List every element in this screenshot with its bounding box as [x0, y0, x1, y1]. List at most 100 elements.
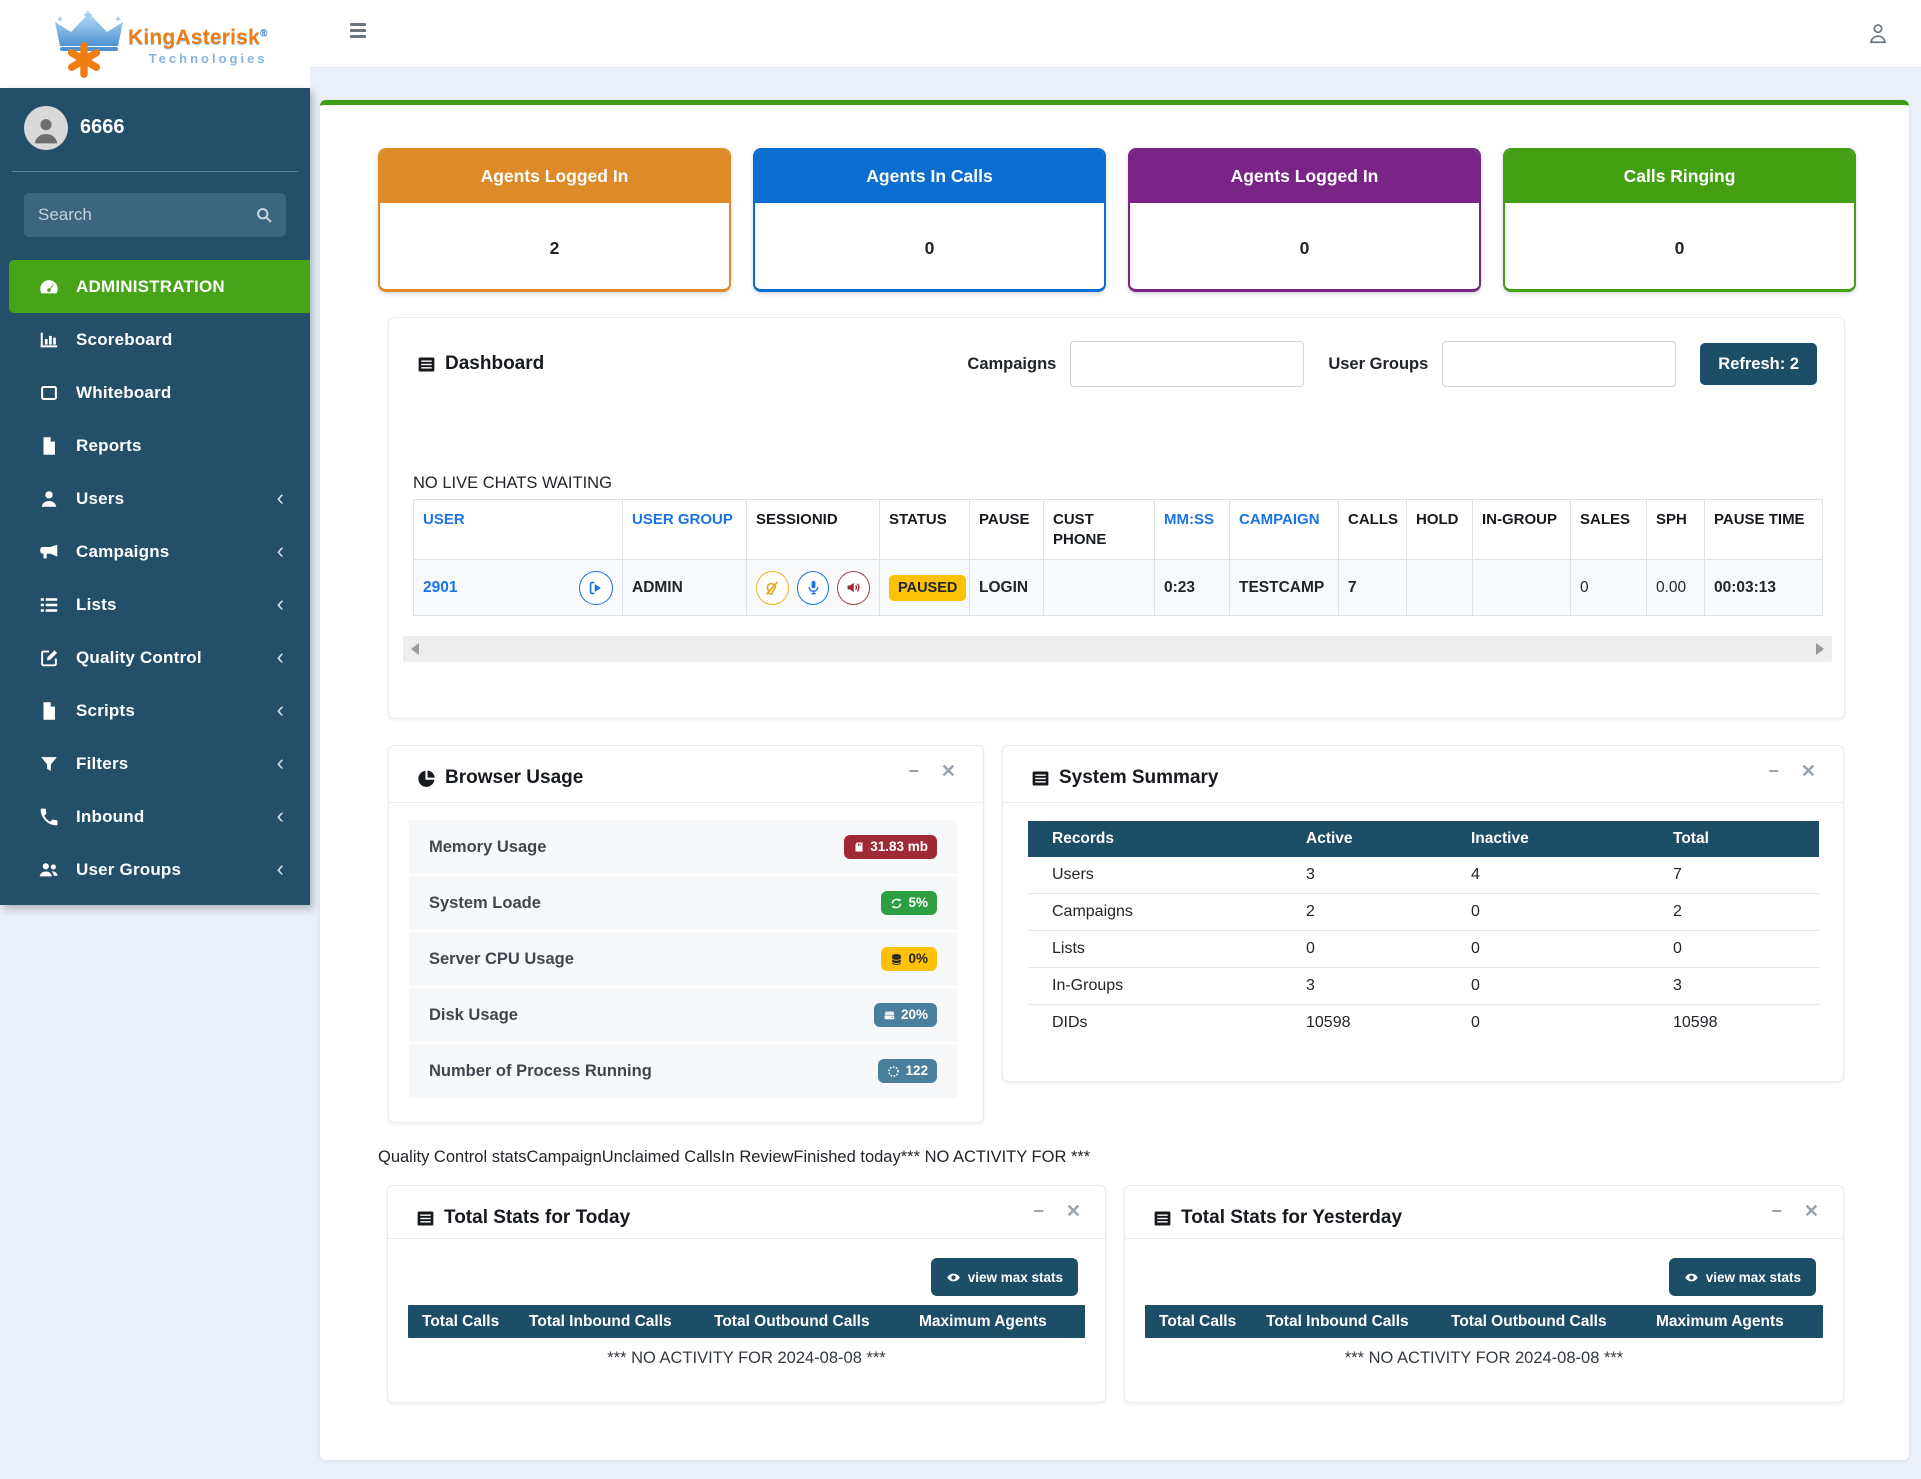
sidebar-item-lists[interactable]: Lists ‹ [0, 578, 310, 631]
close-button[interactable]: ✕ [1066, 1202, 1081, 1220]
sidebar-item-label: Reports [76, 436, 142, 456]
stat-card-value: 0 [1505, 203, 1854, 292]
cpu-usage-badge: 0% [881, 947, 937, 971]
scroll-right-arrow[interactable] [1816, 643, 1824, 655]
agent-in-group [1473, 560, 1571, 616]
close-button[interactable]: ✕ [1801, 762, 1816, 780]
sidebar: 6666 ADMINISTRATION Scoreboard Whiteboar… [0, 88, 310, 905]
minimize-button[interactable]: − [908, 762, 919, 780]
sidebar-item-label: Scripts [76, 701, 135, 721]
database-icon [890, 953, 903, 966]
total-stats-yesterday-panel: Total Stats for Yesterday − ✕ view max s… [1124, 1185, 1844, 1403]
stat-card-title: Agents In Calls [755, 150, 1104, 203]
list-item-system-load: System Loade 5% [409, 876, 957, 930]
filter-icon [38, 753, 60, 775]
minimize-button[interactable]: − [1033, 1202, 1044, 1220]
chevron-left-icon: ‹ [277, 858, 284, 880]
user-icon [38, 488, 60, 510]
col-user[interactable]: USER [414, 500, 623, 560]
campaigns-input[interactable] [1070, 341, 1304, 387]
agents-table: USER USER GROUP SESSIONID STATUS PAUSE C… [413, 499, 1823, 616]
view-max-stats-button[interactable]: view max stats [1669, 1258, 1816, 1296]
sidebar-item-quality-control[interactable]: Quality Control ‹ [0, 631, 310, 684]
col-campaign[interactable]: CAMPAIGN [1230, 500, 1339, 560]
close-button[interactable]: ✕ [1804, 1202, 1819, 1220]
stat-card-title: Agents Logged In [1130, 150, 1479, 203]
page: { "logo": { "brand": "KingAsterisk", "re… [0, 0, 1921, 1479]
sync-icon [890, 897, 903, 910]
sidebar-item-filters[interactable]: Filters ‹ [0, 737, 310, 790]
sidebar-item-inbound[interactable]: Inbound ‹ [0, 790, 310, 843]
view-max-stats-button[interactable]: view max stats [931, 1258, 1078, 1296]
sidebar-item-whiteboard[interactable]: Whiteboard [0, 366, 310, 419]
total-stats-yesterday-title: Total Stats for Yesterday [1152, 1207, 1402, 1229]
user-id-link[interactable]: 2901 [423, 579, 457, 597]
chevron-left-icon: ‹ [277, 593, 284, 615]
sidebar-item-campaigns[interactable]: Campaigns ‹ [0, 525, 310, 578]
kingasterisk-logo: KingAsterisk® Technologies [52, 6, 272, 82]
system-summary-table: Records Active Inactive Total Users 3 4 … [1028, 821, 1819, 1041]
close-button[interactable]: ✕ [941, 762, 956, 780]
minimize-button[interactable]: − [1771, 1202, 1782, 1220]
agent-campaign: TESTCAMP [1230, 560, 1339, 616]
col-mmss[interactable]: MM:SS [1155, 500, 1230, 560]
stat-card-title: Calls Ringing [1505, 150, 1854, 203]
chevron-left-icon: ‹ [277, 699, 284, 721]
volume-icon[interactable] [837, 571, 870, 605]
sidebar-item-user-groups[interactable]: User Groups ‹ [0, 843, 310, 896]
brand-name: KingAsterisk® [128, 26, 268, 50]
logo-area: KingAsterisk® Technologies [0, 0, 310, 88]
user-groups-input[interactable] [1442, 341, 1676, 387]
brand-subtitle: Technologies [128, 51, 268, 66]
agent-user-group: ADMIN [623, 560, 747, 616]
campaigns-label: Campaigns [967, 355, 1056, 374]
sidebar-item-users[interactable]: Users ‹ [0, 472, 310, 525]
search-icon[interactable] [254, 205, 274, 225]
stats-list-icon [1152, 1208, 1173, 1229]
eye-icon [946, 1270, 961, 1285]
sidebar-item-label: Whiteboard [76, 383, 172, 403]
list-item-process-running: Number of Process Running 122 [409, 1044, 957, 1098]
list-icon [38, 594, 60, 616]
quality-control-stats-line: Quality Control statsCampaignUnclaimed C… [378, 1148, 1090, 1167]
user-groups-label: User Groups [1328, 355, 1428, 374]
panel-controls: − ✕ [1771, 1202, 1819, 1220]
hamburger-menu-icon[interactable] [350, 23, 370, 43]
sidebar-item-scripts[interactable]: Scripts ‹ [0, 684, 310, 737]
search-input[interactable] [24, 193, 286, 237]
table-row-lists: Lists 0 0 0 [1028, 931, 1819, 968]
browser-usage-list: Memory Usage 31.83 mb System Loade 5% Se… [409, 820, 957, 1100]
sidebar-item-administration[interactable]: ADMINISTRATION [9, 260, 310, 313]
scroll-left-arrow[interactable] [411, 643, 419, 655]
sidebar-item-reports[interactable]: Reports [0, 419, 310, 472]
col-hold: HOLD [1407, 500, 1473, 560]
stat-card-title: Agents Logged In [380, 150, 729, 203]
col-user-group[interactable]: USER GROUP [623, 500, 747, 560]
table-row-in-groups: In-Groups 3 0 3 [1028, 968, 1819, 1005]
sidebar-item-label: Lists [76, 595, 117, 615]
minimize-button[interactable]: − [1768, 762, 1779, 780]
col-in-group: IN-GROUP [1473, 500, 1571, 560]
logout-agent-icon[interactable] [579, 571, 613, 605]
profile-section: 6666 [0, 88, 310, 171]
refresh-button[interactable]: Refresh: 2 [1700, 343, 1817, 385]
col-sessionid: SESSIONID [747, 500, 880, 560]
file-icon [38, 435, 60, 457]
sidebar-item-scoreboard[interactable]: Scoreboard [0, 313, 310, 366]
deaf-monitor-icon[interactable] [756, 571, 789, 605]
horizontal-scrollbar[interactable] [403, 636, 1832, 662]
user-profile-icon[interactable] [1865, 20, 1891, 46]
stat-card-value: 0 [755, 203, 1104, 292]
col-status: STATUS [880, 500, 970, 560]
list-item-memory-usage: Memory Usage 31.83 mb [409, 820, 957, 874]
col-sales: SALES [1571, 500, 1647, 560]
list-item-server-cpu-usage: Server CPU Usage 0% [409, 932, 957, 986]
avatar[interactable] [24, 106, 68, 150]
total-stats-today-title: Total Stats for Today [415, 1207, 630, 1229]
memory-badge: 31.83 mb [844, 835, 937, 859]
sidebar-item-label: Filters [76, 754, 128, 774]
system-summary-list-icon [1030, 768, 1051, 789]
stats-list-icon [415, 1208, 436, 1229]
microphone-icon[interactable] [797, 571, 830, 605]
stats-header-bar: Total Calls Total Inbound Calls Total Ou… [408, 1305, 1085, 1338]
